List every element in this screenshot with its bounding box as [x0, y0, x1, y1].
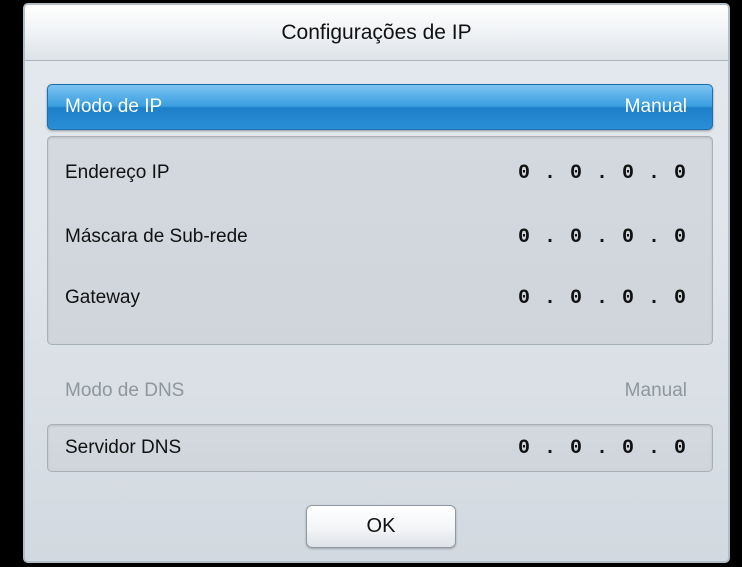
- gateway-label: Gateway: [65, 287, 140, 308]
- subnet-mask-value[interactable]: 0 . 0 . 0 . 0: [518, 226, 687, 249]
- dns-mode-row: Modo de DNS Manual: [65, 371, 687, 411]
- ip-address-row[interactable]: Endereço IP 0 . 0 . 0 . 0: [65, 153, 687, 193]
- dns-mode-label: Modo de DNS: [65, 380, 185, 401]
- subnet-mask-label: Máscara de Sub-rede: [65, 226, 248, 247]
- ip-mode-value: Manual: [624, 96, 687, 117]
- dialog-title: Configurações de IP: [25, 5, 728, 61]
- ok-button[interactable]: OK: [306, 505, 456, 548]
- gateway-value[interactable]: 0 . 0 . 0 . 0: [518, 287, 687, 310]
- dns-server-row[interactable]: Servidor DNS 0 . 0 . 0 . 0: [65, 428, 687, 468]
- ip-mode-row-content[interactable]: Modo de IP Manual: [65, 84, 687, 130]
- dns-mode-value: Manual: [624, 380, 687, 401]
- ip-address-value[interactable]: 0 . 0 . 0 . 0: [518, 162, 687, 185]
- ip-mode-label: Modo de IP: [65, 96, 163, 117]
- ip-address-label: Endereço IP: [65, 162, 170, 183]
- gateway-row[interactable]: Gateway 0 . 0 . 0 . 0: [65, 278, 687, 318]
- ip-settings-dialog: Configurações de IP Modo de IP Manual En…: [23, 3, 730, 563]
- subnet-mask-row[interactable]: Máscara de Sub-rede 0 . 0 . 0 . 0: [65, 217, 687, 257]
- dns-server-label: Servidor DNS: [65, 437, 182, 458]
- dns-server-value[interactable]: 0 . 0 . 0 . 0: [518, 437, 687, 460]
